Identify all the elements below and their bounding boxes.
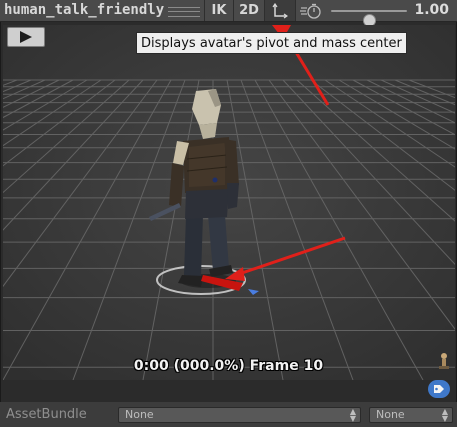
playback-speed-value: 1.00 <box>414 2 449 18</box>
assetbundle-variant-value: None <box>376 408 405 421</box>
dropdown-arrows-icon: ▲ ▼ <box>349 407 356 423</box>
frame-info-label: 0:00 (000.0%) Frame 10 <box>133 358 324 374</box>
playback-speed-slider[interactable] <box>331 10 407 27</box>
preview-title: human_talk_friendly <box>4 2 165 18</box>
preview-scene <box>3 25 455 380</box>
drag-handle-icon[interactable] <box>168 7 200 17</box>
assetbundle-name-value: None <box>125 408 154 421</box>
dropdown-arrows-icon: ▲ ▼ <box>441 407 448 423</box>
2d-toggle-button[interactable]: 2D <box>233 0 264 21</box>
pivot-toggle-button[interactable] <box>264 0 296 21</box>
avatar-pivot-icon[interactable] <box>437 352 451 372</box>
pivot-tooltip: Displays avatar's pivot and mass center <box>136 32 407 54</box>
play-icon <box>20 31 32 43</box>
assetbundle-bar: AssetBundle None ▲ ▼ None ▲ ▼ <box>0 402 457 427</box>
playback-speed-icon <box>300 3 321 19</box>
assetbundle-label: AssetBundle <box>6 407 87 422</box>
ik-toggle-button[interactable]: IK <box>204 0 233 21</box>
avatar-preview-viewport[interactable] <box>3 25 455 380</box>
assetbundle-name-dropdown[interactable]: None ▲ ▼ <box>118 407 361 423</box>
play-button[interactable] <box>7 27 45 47</box>
tag-icon[interactable] <box>428 380 450 398</box>
mass-center-marker <box>212 177 218 183</box>
assetbundle-variant-dropdown[interactable]: None ▲ ▼ <box>369 407 453 423</box>
preview-toolbar: human_talk_friendly IK 2D 1.00 <box>0 0 457 27</box>
pivot-icon <box>272 3 288 19</box>
